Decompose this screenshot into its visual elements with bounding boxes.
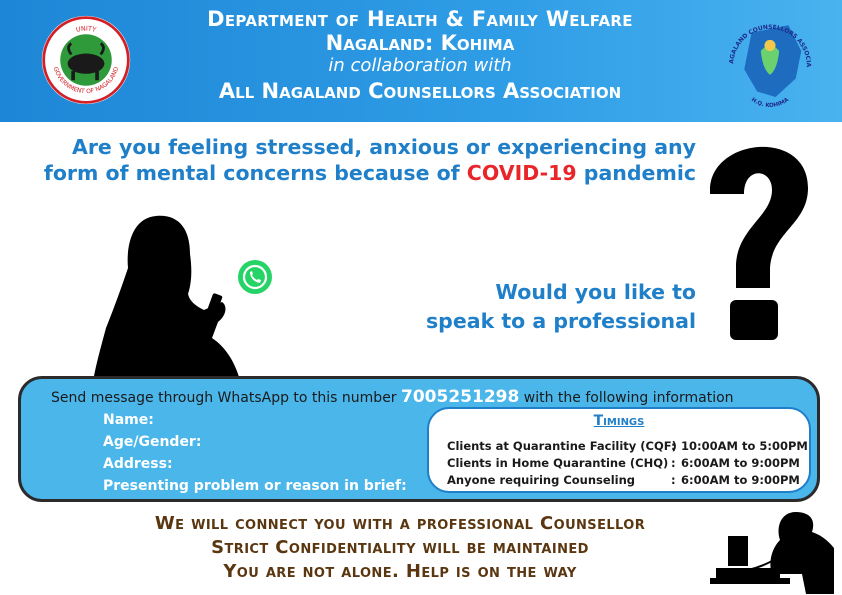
whatsapp-number: 7005251298 [401, 387, 520, 407]
timing-time: 10:00AM to 5:00PM [681, 439, 808, 453]
info-panel: Send message through WhatsApp to this nu… [18, 376, 820, 502]
footer-message: We will connect you with a professional … [20, 512, 780, 584]
question-mark-icon [710, 146, 808, 340]
timings-title: Timings [593, 413, 645, 429]
header-banner: Department of Health & Family Welfare Na… [0, 0, 842, 122]
timing-row: Clients in Home Quarantine (CHQ):6:00AM … [447, 456, 800, 470]
stress-question-line2: form of mental concerns because of COVID… [20, 160, 696, 186]
timing-time: 6:00AM to 9:00PM [681, 456, 800, 470]
covid-highlight: COVID-19 [466, 161, 577, 185]
woman-with-phone-silhouette-icon [92, 215, 242, 388]
info-fields: Name: Age/Gender: Address: Presenting pr… [103, 409, 407, 497]
footer-line2: Strict Confidentiality will be maintaine… [211, 537, 589, 558]
timing-label: Anyone requiring Counseling [447, 473, 636, 487]
send-instruction-post: with the following information [519, 390, 734, 406]
send-instruction-pre: Send message through WhatsApp to this nu… [51, 390, 402, 406]
telephone-operator-silhouette-icon [710, 512, 834, 594]
header-location: Nagaland: Kohima [325, 31, 515, 55]
timing-time: 6:00AM to 9:00PM [681, 473, 800, 487]
svg-text:H.Q. KOHIMA: H.Q. KOHIMA [750, 97, 791, 110]
send-instruction: Send message through WhatsApp to this nu… [51, 387, 734, 407]
timing-row: Clients at Quarantine Facility (CQF): 10:… [447, 439, 808, 453]
footer-line1: We will connect you with a professional … [154, 513, 646, 534]
question-line2-pre: form of mental concerns because of [43, 161, 467, 185]
professional-question-line2: speak to a professional [425, 309, 696, 333]
header-text: Department of Health & Family Welfare Na… [150, 6, 690, 104]
professional-question: Would you like to speak to a professiona… [380, 278, 696, 336]
header-department: Department of Health & Family Welfare [207, 7, 633, 31]
footer-line3: You are not alone. Help is on the way [223, 561, 577, 582]
stress-question-line1: Are you feeling stressed, anxious or exp… [71, 135, 696, 159]
header-association: All Nagaland Counsellors Association [218, 79, 622, 103]
timings-box: Timings Clients at Quarantine Facility (… [427, 407, 811, 493]
timing-row: Anyone requiring Counseling:6:00AM to 9:… [447, 473, 800, 487]
nagaland-seal-icon: UNITY GOVERNMENT OF NAGALAND [41, 15, 131, 105]
stress-question: Are you feeling stressed, anxious or exp… [20, 134, 696, 186]
question-line2-post: pandemic [576, 161, 696, 185]
field-problem: Presenting problem or reason in brief: [103, 478, 407, 494]
timing-label: Clients at Quarantine Facility (CQF) [447, 439, 677, 453]
header-collaboration: in collaboration with [328, 55, 512, 76]
timing-label: Clients in Home Quarantine (CHQ) [447, 456, 669, 470]
professional-question-line1: Would you like to [495, 280, 696, 304]
field-age-gender: Age/Gender: [103, 434, 202, 450]
whatsapp-icon [235, 257, 275, 297]
field-address: Address: [103, 456, 173, 472]
counsellors-association-logo-icon: ALL NAGALAND COUNSELLORS ASSOCIATION H.Q… [724, 14, 812, 110]
field-name: Name: [103, 412, 154, 428]
